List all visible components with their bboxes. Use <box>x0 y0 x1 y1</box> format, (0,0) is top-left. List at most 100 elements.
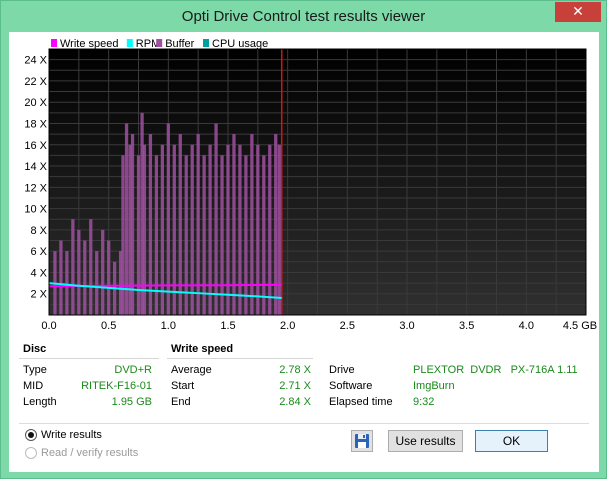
buffer-bar <box>244 155 248 315</box>
window-title: Opti Drive Control test results viewer <box>181 8 426 25</box>
buffer-bar <box>95 251 99 315</box>
read-verify-label: Read / verify results <box>41 447 139 459</box>
buffer-bar <box>250 134 254 315</box>
buffer-bar <box>214 123 218 315</box>
buffer-bar <box>202 155 206 315</box>
buffer-bar <box>277 144 281 315</box>
legend-label: Write speed <box>60 38 119 50</box>
speed-chart: 2 X 4 X 6 X 8 X 10 X 12 X 14 X 16 X 18 X 20 X 22 X… <box>9 32 599 342</box>
buffer-bar <box>196 134 200 315</box>
client-area: 2 X 4 X 6 X 8 X 10 X 12 X 14 X 16 X 18 X 20 X 22 X… <box>9 32 599 472</box>
x-tick-label: 0.0 <box>41 320 56 332</box>
buffer-bar <box>59 240 63 315</box>
legend-label: Buffer <box>165 38 194 50</box>
buffer-bar <box>190 144 194 315</box>
disc-length-value: 1.95 GB <box>111 396 152 408</box>
avg-speed-value: 2.78 X <box>279 364 311 376</box>
x-tick-label: 0.5 <box>101 320 116 332</box>
disc-length-label: Length <box>23 396 57 408</box>
title-bar[interactable]: Opti Drive Control test results viewer ✕ <box>1 1 606 32</box>
buffer-bar <box>71 219 75 315</box>
y-tick-label: 12 X <box>24 182 47 194</box>
end-speed-value: 2.84 X <box>279 396 311 408</box>
write-results-option[interactable]: Write results <box>25 429 102 441</box>
disc-mid-label: MID <box>23 380 44 392</box>
read-verify-radio <box>25 447 37 459</box>
buffer-bar <box>268 144 272 315</box>
elapsed-time-label: Elapsed time <box>329 396 393 408</box>
legend-swatch <box>156 39 163 47</box>
buffer-bar <box>274 134 278 315</box>
buffer-bar <box>232 134 236 315</box>
x-tick-label: 4.5 GB <box>563 320 597 332</box>
buffer-bar <box>77 229 81 315</box>
buffer-bar <box>172 144 176 315</box>
x-tick-label: 1.0 <box>161 320 176 332</box>
x-tick-label: 2.5 <box>340 320 355 332</box>
buffer-bar <box>148 134 153 315</box>
x-tick-label: 4.0 <box>519 320 534 332</box>
buffer-bar <box>121 155 125 315</box>
legend-swatch <box>51 39 57 47</box>
y-tick-label: 4 X <box>30 267 47 279</box>
y-tick-label: 22 X <box>24 76 47 88</box>
x-tick-label: 2.0 <box>280 320 295 332</box>
y-tick-label: 24 X <box>24 55 47 67</box>
ok-button[interactable]: OK <box>475 430 548 452</box>
buffer-bar <box>208 144 212 315</box>
disc-mid-value: RITEK-F16-01 <box>81 380 152 392</box>
y-tick-label: 14 X <box>24 161 47 173</box>
read-verify-option: Read / verify results <box>25 447 138 459</box>
buffer-bar <box>160 144 165 315</box>
buffer-bar <box>184 155 188 315</box>
end-speed-label: End <box>171 396 191 408</box>
results-window: Opti Drive Control test results viewer ✕… <box>0 0 607 479</box>
disc-heading: Disc <box>23 343 47 355</box>
buffer-bar <box>262 155 266 315</box>
avg-speed-label: Average <box>171 364 212 376</box>
x-tick-label: 1.5 <box>220 320 235 332</box>
close-button[interactable]: ✕ <box>555 2 601 22</box>
save-button[interactable] <box>351 430 373 452</box>
write-results-label: Write results <box>41 429 102 441</box>
legend-label: CPU usage <box>212 38 268 50</box>
y-tick-label: 6 X <box>30 246 47 258</box>
y-tick-label: 10 X <box>24 204 47 216</box>
y-tick-label: 16 X <box>24 140 47 152</box>
start-speed-value: 2.71 X <box>279 380 311 392</box>
disc-type-value: DVD+R <box>114 364 152 376</box>
disc-type-label: Type <box>23 364 47 376</box>
buffer-bar <box>130 134 135 315</box>
use-results-button[interactable]: Use results <box>388 430 463 452</box>
write-speed-divider <box>167 358 313 359</box>
y-tick-label: 18 X <box>24 118 47 130</box>
buffer-bar <box>256 144 260 315</box>
buffer-bar <box>107 240 111 315</box>
write-speed-heading: Write speed <box>171 343 234 355</box>
disc-divider <box>19 358 159 359</box>
chart-svg: 2 X 4 X 6 X 8 X 10 X 12 X 14 X 16 X 18 X 20 X 22 X… <box>24 38 597 332</box>
buffer-bar <box>101 229 105 315</box>
buffer-bar <box>136 155 141 315</box>
x-tick-label: 3.5 <box>459 320 474 332</box>
elapsed-time-value: 9:32 <box>413 396 435 408</box>
floppy-disk-icon <box>355 434 369 448</box>
software-value: ImgBurn <box>413 380 455 392</box>
y-tick-label: 8 X <box>30 225 47 237</box>
drive-value: PLEXTOR DVDR PX-716A 1.11 <box>413 364 578 376</box>
buffer-bar <box>83 240 87 315</box>
software-label: Software <box>329 380 373 392</box>
buffer-bar <box>89 219 93 315</box>
options-panel: Write results Read / verify results Use … <box>19 423 589 465</box>
start-speed-label: Start <box>171 380 195 392</box>
buffer-bar <box>220 155 224 315</box>
write-results-radio[interactable] <box>25 429 37 441</box>
buffer-bar <box>178 134 182 315</box>
buffer-bar <box>226 144 230 315</box>
y-tick-label: 20 X <box>24 97 47 109</box>
drive-label: Drive <box>329 364 355 376</box>
results-info: Disc Type DVD+R MID RITEK-F16-01 Length … <box>9 339 599 415</box>
legend-swatch <box>203 39 209 47</box>
buffer-bar <box>65 251 69 315</box>
y-tick-label: 2 X <box>30 289 47 301</box>
